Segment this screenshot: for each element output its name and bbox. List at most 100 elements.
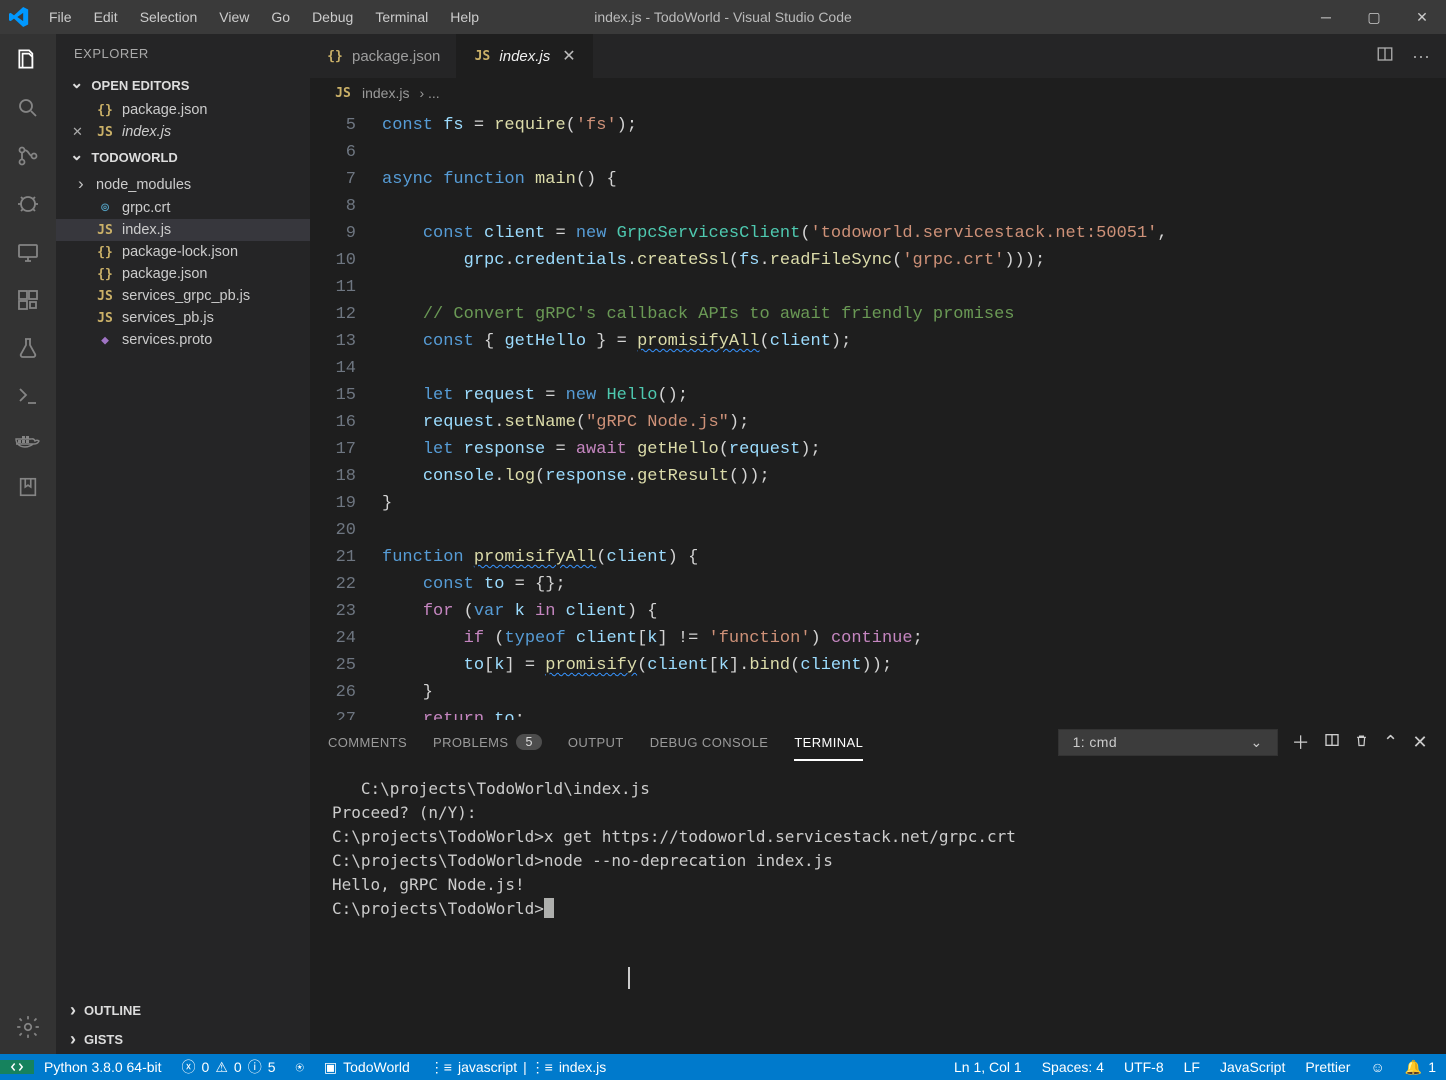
open-editors-section[interactable]: OPEN EDITORS [56, 71, 310, 99]
folder-item[interactable]: node_modules [56, 171, 310, 197]
remote-icon[interactable] [16, 240, 40, 264]
line-number: 24 [310, 625, 382, 652]
lang-scope[interactable]: ⋮≡ javascript | ⋮≡ index.js [420, 1059, 616, 1076]
file-item[interactable]: JS services_pb.js [56, 307, 310, 329]
beaker-icon[interactable] [16, 336, 40, 360]
search-icon[interactable] [16, 96, 40, 120]
gists-section[interactable]: GISTS [56, 1025, 310, 1054]
line-number: 7 [310, 166, 382, 193]
editor-tab[interactable]: JSindex.js✕ [457, 34, 592, 78]
more-icon[interactable]: ··· [1412, 46, 1430, 67]
menu-selection[interactable]: Selection [129, 3, 209, 31]
error-count: 0 [202, 1059, 210, 1075]
cursor-position[interactable]: Ln 1, Col 1 [944, 1059, 1032, 1075]
panel-tab-terminal[interactable]: TERMINAL [794, 735, 863, 750]
problems-status[interactable]: ⓧ0 ⚠0 ⓘ5 [172, 1057, 286, 1077]
file-name: services_pb.js [122, 310, 214, 326]
file-item[interactable]: JSindex.js [56, 219, 310, 241]
explorer-sidebar: EXPLORER OPEN EDITORS {}package.json✕JSi… [56, 34, 310, 1054]
line-number: 22 [310, 571, 382, 598]
explorer-icon[interactable] [15, 46, 41, 72]
menu-go[interactable]: Go [260, 3, 301, 31]
line-number: 16 [310, 409, 382, 436]
line-number: 27 [310, 706, 382, 720]
live-share-icon[interactable]: ⍟ [285, 1059, 313, 1076]
maximize-panel-icon[interactable]: ⌃ [1383, 732, 1398, 753]
code-editor[interactable]: 5const fs = require('fs');67async functi… [310, 108, 1446, 720]
close-icon[interactable]: ✕ [1398, 9, 1446, 26]
file-item[interactable]: ⌾grpc.crt [56, 197, 310, 219]
line-number: 13 [310, 328, 382, 355]
split-terminal-icon[interactable] [1324, 732, 1340, 753]
line-number: 15 [310, 382, 382, 409]
editor-tab[interactable]: {}package.json [310, 34, 457, 78]
menu-edit[interactable]: Edit [83, 3, 129, 31]
terminal-selector[interactable]: 1: cmd⌄ [1058, 729, 1278, 756]
panel-tab-problems[interactable]: PROBLEMS 5 [433, 734, 542, 750]
remote-indicator[interactable] [0, 1060, 34, 1074]
maximize-icon[interactable]: ▢ [1350, 9, 1398, 26]
close-panel-icon[interactable]: ✕ [1413, 732, 1428, 753]
new-terminal-icon[interactable]: ＋ [1292, 729, 1310, 755]
open-editor-item[interactable]: ✕JSindex.js [56, 121, 310, 143]
breadcrumb[interactable]: JS index.js › ... [310, 78, 1446, 108]
menu-debug[interactable]: Debug [301, 3, 364, 31]
file-name: package.json [122, 102, 207, 118]
language-mode[interactable]: JavaScript [1210, 1059, 1295, 1075]
line-number: 25 [310, 652, 382, 679]
menu-help[interactable]: Help [439, 3, 490, 31]
terminal[interactable]: C:\projects\TodoWorld\index.jsProceed? (… [310, 763, 1446, 1054]
indent-status[interactable]: Spaces: 4 [1032, 1059, 1114, 1075]
extensions-icon[interactable] [16, 288, 40, 312]
activity-bar [0, 34, 56, 1054]
eol-status[interactable]: LF [1174, 1059, 1210, 1075]
file-item[interactable]: {} package-lock.json [56, 241, 310, 263]
split-editor-icon[interactable] [1376, 45, 1394, 68]
menu-view[interactable]: View [208, 3, 260, 31]
file-item[interactable]: ◆services.proto [56, 329, 310, 351]
close-editor-icon[interactable]: ✕ [72, 124, 88, 140]
line-number: 8 [310, 193, 382, 220]
panel-tab-comments[interactable]: COMMENTS [328, 735, 407, 750]
debug-icon[interactable] [16, 192, 40, 216]
close-tab-icon[interactable]: ✕ [562, 46, 575, 66]
file-icon: {} [96, 103, 114, 118]
file-item[interactable]: {}package.json [56, 263, 310, 285]
menu-terminal[interactable]: Terminal [364, 3, 439, 31]
folder-name: node_modules [96, 174, 191, 194]
workspace-status[interactable]: ▣ TodoWorld [314, 1059, 420, 1076]
kill-terminal-icon[interactable] [1354, 732, 1369, 753]
workspace-name: TodoWorld [343, 1059, 410, 1075]
line-number: 19 [310, 490, 382, 517]
notifications-icon[interactable]: 🔔 1 [1395, 1059, 1446, 1076]
open-editor-item[interactable]: {} package.json [56, 99, 310, 121]
outline-section[interactable]: OUTLINE [56, 996, 310, 1025]
menu-file[interactable]: File [38, 3, 83, 31]
docker-icon[interactable] [15, 432, 41, 452]
line-number: 12 [310, 301, 382, 328]
workspace-section[interactable]: TODOWORLD [56, 143, 310, 171]
line-number: 10 [310, 247, 382, 274]
terminal-selector-label: 1: cmd [1073, 734, 1117, 751]
terminal-activity-icon[interactable] [16, 384, 40, 408]
encoding-status[interactable]: UTF-8 [1114, 1059, 1174, 1075]
settings-gear-icon[interactable] [15, 1014, 41, 1040]
file-icon: {} [96, 245, 114, 260]
file-icon: JS [96, 125, 114, 140]
prettier-status[interactable]: Prettier [1295, 1059, 1360, 1075]
warn-count: 0 [234, 1059, 242, 1075]
file-name: services.proto [122, 332, 212, 348]
minimize-icon[interactable]: ─ [1302, 9, 1350, 26]
panel-tab-debug-console[interactable]: DEBUG CONSOLE [650, 735, 769, 750]
line-number: 23 [310, 598, 382, 625]
panel-tab-output[interactable]: OUTPUT [568, 735, 624, 750]
source-control-icon[interactable] [16, 144, 40, 168]
python-status[interactable]: Python 3.8.0 64-bit [34, 1059, 172, 1075]
error-icon: ⓧ [182, 1057, 196, 1077]
lang-scope-label: javascript [458, 1059, 517, 1075]
feedback-icon[interactable]: ☺ [1360, 1059, 1394, 1075]
file-icon: JS [96, 311, 114, 326]
file-name: package-lock.json [122, 244, 238, 260]
file-item[interactable]: JSservices_grpc_pb.js [56, 285, 310, 307]
bookmark-icon[interactable] [17, 476, 39, 498]
